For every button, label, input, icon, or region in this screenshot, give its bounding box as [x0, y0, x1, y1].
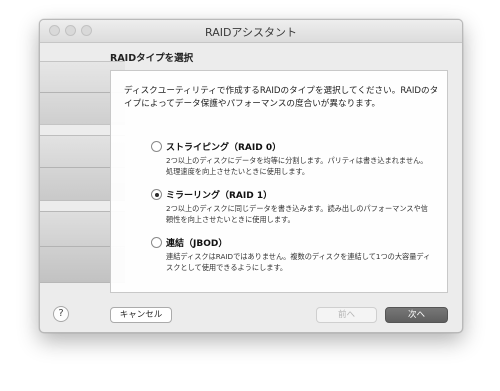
- title-bar: RAIDアシスタント: [40, 20, 462, 43]
- back-button[interactable]: 前へ: [316, 307, 377, 323]
- radio-mirroring[interactable]: [151, 189, 162, 200]
- help-button[interactable]: ?: [53, 306, 69, 322]
- raid-type-panel: ディスクユーティリティで作成するRAIDのタイプを選択してください。RAIDのタ…: [110, 70, 448, 293]
- next-button[interactable]: 次へ: [385, 307, 448, 323]
- window-title: RAIDアシスタント: [205, 26, 297, 39]
- raid-assistant-window: RAIDアシスタント RAIDタイプを選択 ディスクユーティリティで作成するRA…: [39, 19, 463, 333]
- option-title-striping: ストライピング（RAID 0）: [166, 143, 282, 153]
- option-desc-striping: 2つ以上のディスクにデータを均等に分割します。パリティは書き込まれません。処理速…: [166, 156, 428, 176]
- intro-text: ディスクユーティリティで作成するRAIDのタイプを選択してください。RAIDのタ…: [124, 86, 439, 109]
- option-desc-mirroring: 2つ以上のディスクに同じデータを書き込みます。読み出しのパフォーマンスや信頼性を…: [166, 204, 428, 224]
- option-title-concatenated: 連結（JBOD）: [166, 239, 228, 249]
- radio-striping[interactable]: [151, 141, 162, 152]
- page-heading: RAIDタイプを選択: [110, 53, 194, 64]
- cancel-button[interactable]: キャンセル: [110, 307, 172, 323]
- option-desc-concatenated: 連結ディスクはRAIDではありません。複数のディスクを連結して1つの大容量ディス…: [166, 252, 431, 272]
- option-title-mirroring: ミラーリング（RAID 1）: [166, 191, 273, 201]
- radio-concatenated[interactable]: [151, 237, 162, 248]
